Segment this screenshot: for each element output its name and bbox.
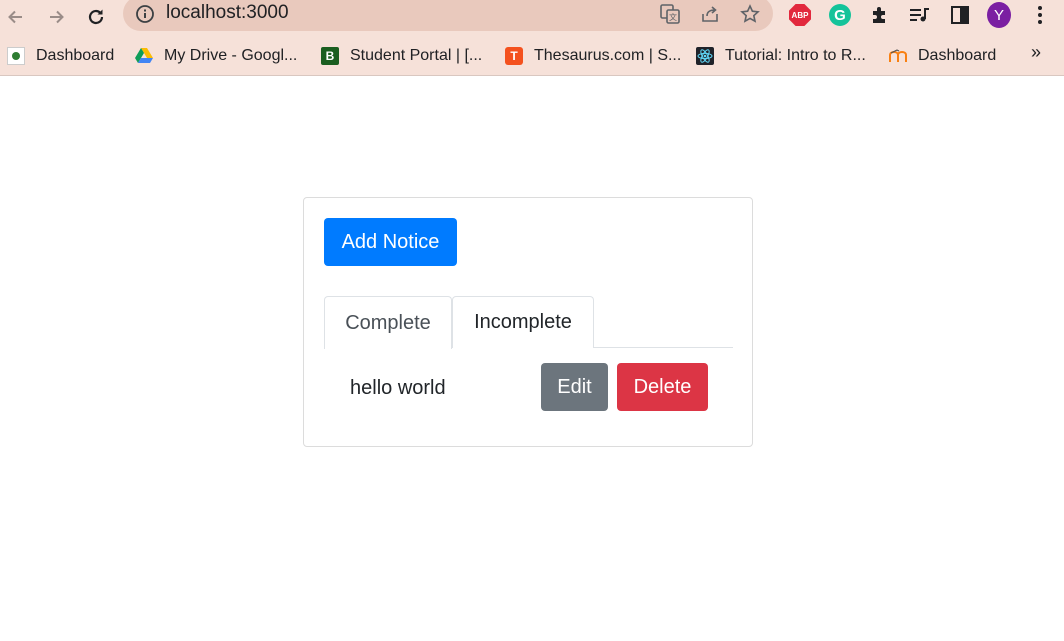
bookmark-dashboard[interactable]: Dashboard xyxy=(7,44,114,68)
add-notice-button[interactable]: Add Notice xyxy=(324,218,457,266)
grammarly-icon: G xyxy=(829,4,851,26)
arrow-left-icon xyxy=(8,10,22,24)
bookmark-my-drive[interactable]: My Drive - Googl... xyxy=(135,44,297,68)
forward-button[interactable] xyxy=(42,3,70,31)
side-panel-icon xyxy=(951,6,969,24)
adblock-icon: ABP xyxy=(789,4,811,26)
profile-button[interactable]: Y xyxy=(987,2,1011,28)
browser-toolbar: localhost:3000 文 ABP G Y xyxy=(0,0,1064,38)
arrow-right-icon xyxy=(50,10,64,24)
bookmark-react-tutorial[interactable]: Tutorial: Intro to R... xyxy=(696,44,866,68)
more-bookmarks-button[interactable]: » xyxy=(1031,42,1041,63)
playlist-icon xyxy=(910,8,929,22)
adblock-extension[interactable]: ABP xyxy=(788,3,812,27)
student-portal-favicon: B xyxy=(321,47,339,65)
url-text[interactable]: localhost:3000 xyxy=(166,2,289,24)
notice-card: Add Notice Complete Incomplete hello wor… xyxy=(303,197,753,447)
bookmark-thesaurus[interactable]: T Thesaurus.com | S... xyxy=(505,44,681,68)
bookmark-star-icon[interactable] xyxy=(740,4,760,24)
tab-complete[interactable]: Complete xyxy=(324,296,452,349)
bookmark-label: Thesaurus.com | S... xyxy=(534,47,682,64)
svg-text:文: 文 xyxy=(669,12,677,22)
notice-text: hello world xyxy=(350,377,446,399)
react-icon xyxy=(696,47,714,65)
avatar: Y xyxy=(987,2,1011,28)
back-button[interactable] xyxy=(2,3,30,31)
bookmark-label: My Drive - Googl... xyxy=(164,47,298,64)
bookmark-label: Student Portal | [... xyxy=(350,47,483,64)
bookmark-label: Dashboard xyxy=(36,47,115,64)
address-bar[interactable]: localhost:3000 文 xyxy=(123,0,773,31)
bookmark-student-portal[interactable]: B Student Portal | [... xyxy=(321,44,482,68)
bookmark-label: Dashboard xyxy=(918,47,997,64)
info-icon[interactable] xyxy=(135,4,155,24)
bookmark-moodle-dashboard[interactable]: Dashboard xyxy=(889,44,996,68)
browser-menu-button[interactable] xyxy=(1028,3,1052,27)
thesaurus-favicon: T xyxy=(505,47,523,65)
tab-incomplete[interactable]: Incomplete xyxy=(452,296,594,348)
delete-button[interactable]: Delete xyxy=(617,363,708,411)
reload-icon xyxy=(88,9,104,25)
notice-tabs: Complete Incomplete xyxy=(324,296,733,349)
grammarly-extension[interactable]: G xyxy=(828,3,852,27)
moodle-favicon xyxy=(889,47,907,65)
google-drive-icon xyxy=(135,47,153,65)
puzzle-icon xyxy=(873,7,885,23)
reload-button[interactable] xyxy=(82,3,110,31)
side-panel-button[interactable] xyxy=(948,3,972,27)
bookmarks-bar: Dashboard My Drive - Googl... B Student … xyxy=(0,38,1064,76)
more-vertical-icon xyxy=(1038,6,1042,24)
bookmark-label: Tutorial: Intro to R... xyxy=(725,47,866,64)
extensions-button[interactable] xyxy=(868,3,892,27)
translate-icon[interactable]: 文 xyxy=(660,4,680,24)
reading-list-button[interactable] xyxy=(908,3,932,27)
share-icon[interactable] xyxy=(700,4,720,24)
dashboard-favicon xyxy=(7,47,25,65)
edit-button[interactable]: Edit xyxy=(541,363,608,411)
